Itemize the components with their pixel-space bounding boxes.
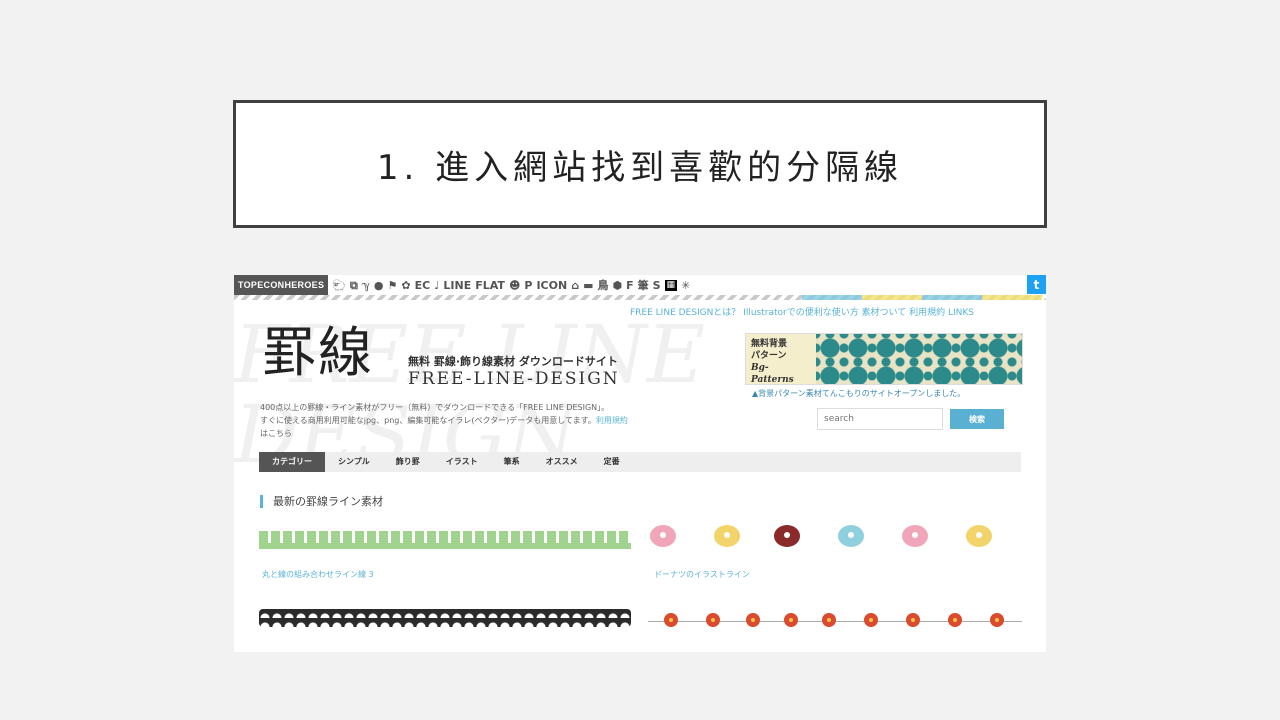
banner-line-1: 無料背景 [751, 339, 788, 349]
terms-link[interactable]: 利用規約 [596, 416, 628, 425]
twitter-icon[interactable]: t [1027, 275, 1046, 294]
website-screenshot: FREE LINE DESIGN TOPECONHEROES 🐑 ⧉ ℽ ● ⚑… [234, 275, 1046, 652]
sister-site-icons: 🐑 ⧉ ℽ ● ⚑ ✿ EC ♩ LINE FLAT ☻ P ICON ⌂ ▬ … [332, 279, 690, 291]
tab-category[interactable]: カテゴリー [259, 452, 325, 472]
topeconheroes-brand[interactable]: TOPECONHEROES [234, 275, 329, 295]
banner-line-3: Bg-Patterns [751, 363, 794, 385]
donut-image [650, 525, 676, 547]
icon-on-icon[interactable]: ICON [536, 280, 567, 291]
site-logo-kanji[interactable]: 罫線 [262, 323, 374, 383]
donut-image [838, 525, 864, 547]
tab-brush[interactable]: 筆系 [491, 452, 533, 472]
bg-patterns-banner[interactable]: 無料背景 パターン Bg-Patterns [745, 333, 1023, 385]
tab-standard[interactable]: 定番 [591, 452, 633, 472]
line-material-caption[interactable]: 丸と線の組み合わせライン線 3 [262, 569, 374, 580]
site-logo-en[interactable]: FREE-LINE-DESIGN [408, 369, 620, 389]
line-material-black-lace[interactable] [259, 609, 631, 627]
slide-title: 1. 進入網站找到喜歡的分隔線 [376, 147, 904, 188]
copy-icon[interactable]: ⧉ [350, 280, 358, 291]
donut-image [966, 525, 992, 547]
flower-icon[interactable]: ✿ [401, 280, 410, 291]
banner-caption-link[interactable]: ▲背景パターン素材てんこもりのサイトオープンしました。 [752, 388, 965, 399]
line-material-donuts[interactable] [648, 525, 1008, 555]
flower-image [746, 613, 760, 627]
description-line-3: はこちら [260, 429, 292, 438]
search-input[interactable] [817, 408, 943, 430]
tab-decorative[interactable]: 飾り罫 [383, 452, 433, 472]
burst-icon[interactable]: ✳ [681, 280, 690, 291]
bed-icon[interactable]: ▬ [583, 280, 593, 291]
bubble-icon[interactable]: ● [374, 280, 384, 291]
line-icon[interactable]: LINE [443, 280, 471, 291]
site-icon-bar: TOPECONHEROES 🐑 ⧉ ℽ ● ⚑ ✿ EC ♩ LINE FLAT… [234, 275, 1046, 295]
f-icon[interactable]: F [626, 280, 634, 291]
line-material-flower-vine[interactable] [648, 609, 1022, 629]
flower-image [864, 613, 878, 627]
flower-image [784, 613, 798, 627]
description-line-1: 400点以上の罫線・ライン素材がフリー（無料）でダウンロードできる「FREE L… [260, 403, 610, 412]
music-note-icon[interactable]: ♩ [434, 280, 439, 291]
hexagon-icon[interactable]: ⬢ [612, 280, 622, 291]
top-navigation[interactable]: FREE LINE DESIGNとは？ Illustratorでの便利な使い方 … [630, 305, 974, 318]
s-icon[interactable]: S [653, 280, 661, 291]
flower-image [822, 613, 836, 627]
flower-image [948, 613, 962, 627]
flat-icon[interactable]: FLAT [475, 280, 505, 291]
section-title: 最新の罫線ライン素材 [260, 495, 383, 508]
donut-image [774, 525, 800, 547]
flower-image [706, 613, 720, 627]
line-material-green-scallop[interactable] [259, 531, 631, 549]
damask-pattern-image [816, 334, 1022, 384]
house-icon[interactable]: ⌂ [571, 280, 579, 291]
category-navigation: カテゴリー シンプル 飾り罫 イラスト 筆系 オススメ 定番 [259, 452, 1021, 472]
slide-title-box: 1. 進入網站找到喜歡的分隔線 [233, 100, 1047, 228]
site-description: 400点以上の罫線・ライン素材がフリー（無料）でダウンロードできる「FREE L… [260, 401, 640, 440]
sheep-icon[interactable]: 🐑 [332, 280, 346, 291]
search-button[interactable]: 検索 [950, 409, 1004, 429]
tab-simple[interactable]: シンプル [325, 452, 383, 472]
grid-icon[interactable]: ▦ [664, 279, 678, 291]
tab-illustration[interactable]: イラスト [433, 452, 491, 472]
line-material-caption[interactable]: ドーナツのイラストライン [654, 569, 750, 580]
donut-image [714, 525, 740, 547]
bird-icon[interactable]: 鳥 [597, 280, 608, 291]
flower-image [990, 613, 1004, 627]
p-icon[interactable]: P [524, 280, 532, 291]
donut-image [902, 525, 928, 547]
smiley-icon[interactable]: ☻ [509, 280, 520, 291]
banner-text: 無料背景 パターン Bg-Patterns [746, 334, 816, 385]
ec-icon[interactable]: EC [415, 280, 431, 291]
flower-image [906, 613, 920, 627]
person-icon[interactable]: ℽ [362, 280, 370, 291]
description-line-2: すぐに使える商用利用可能なjpg、png、編集可能なイラレ(ベクター)データも用… [260, 416, 596, 425]
site-tagline-jp: 無料 罫線·飾り線素材 ダウンロードサイト [408, 355, 618, 368]
header-stripe-accent [802, 295, 1042, 300]
flag-icon[interactable]: ⚑ [388, 280, 398, 291]
brush-icon[interactable]: 筆 [638, 280, 649, 291]
flower-image [664, 613, 678, 627]
tab-recommended[interactable]: オススメ [533, 452, 591, 472]
banner-line-2: パターン [751, 351, 787, 361]
